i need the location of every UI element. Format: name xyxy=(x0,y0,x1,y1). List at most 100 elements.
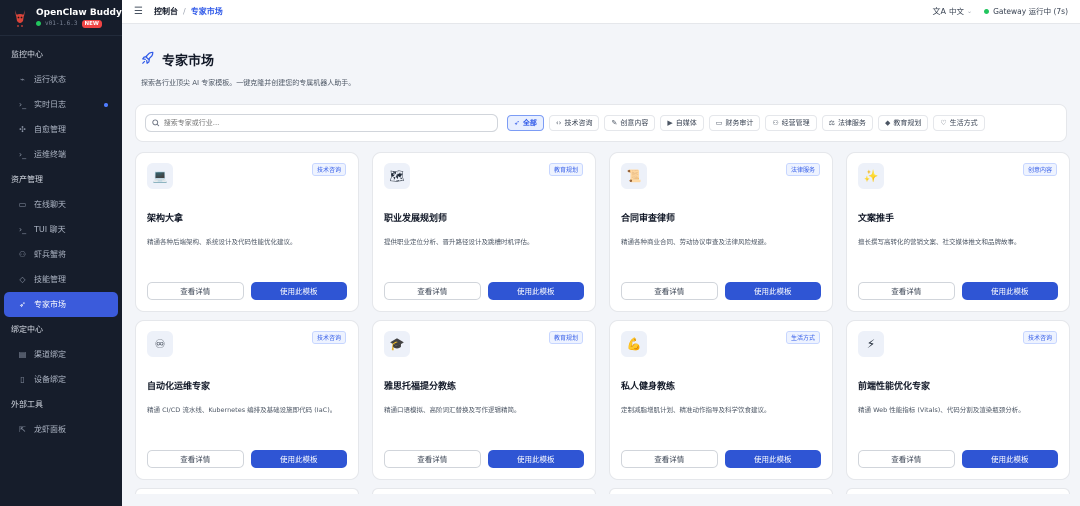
category-chip[interactable]: ▭ 财务审计 xyxy=(708,115,761,131)
filter-bar: ➶全部‹›技术咨询✎创意内容▶自媒体▭财务审计⚇经营管理⚖法律服务◆教育规划♡生… xyxy=(135,104,1067,142)
brand[interactable]: OpenClaw Buddy v01-1.6.3 NEW xyxy=(0,0,122,36)
nav-section-title: 绑定中心 xyxy=(11,325,43,334)
sidebar-item[interactable]: ⚇ 虾兵蟹将 xyxy=(4,242,118,267)
sidebar-item[interactable]: ▯ 设备绑定 xyxy=(4,367,118,392)
menu-toggle-icon[interactable]: ☰ xyxy=(134,6,144,17)
sidebar-item[interactable]: ◇ 技能管理 xyxy=(4,267,118,292)
expert-card: 📜 法律服务 合同审查律师 精通各种商业合同、劳动协议审查及法律风险规避。 查看… xyxy=(609,152,833,312)
expert-title: 前端性能优化专家 xyxy=(858,382,931,392)
card-actions: 查看详情 使用此模板 xyxy=(858,282,1058,300)
heal-icon: ✣ xyxy=(19,125,26,134)
view-details-button[interactable]: 查看详情 xyxy=(384,282,481,300)
use-template-button[interactable]: 使用此模板 xyxy=(961,450,1058,468)
sidebar-item-label: 实时日志 xyxy=(34,100,66,109)
use-template-button[interactable]: 使用此模板 xyxy=(724,450,821,468)
category-chip-label: 技术咨询 xyxy=(564,119,593,127)
app-version: v01-1.6.3 xyxy=(45,20,78,27)
sidebar-item[interactable]: ›_ 实时日志 xyxy=(4,92,118,117)
use-template-button[interactable]: 使用此模板 xyxy=(487,282,584,300)
view-details-button[interactable]: 查看详情 xyxy=(621,450,718,468)
category-tag: 教育规划 xyxy=(548,331,583,344)
search-box[interactable] xyxy=(145,114,498,132)
view-details-button[interactable]: 查看详情 xyxy=(858,282,955,300)
use-template-button[interactable]: 使用此模板 xyxy=(250,282,347,300)
category-chip-label: 自媒体 xyxy=(675,119,697,127)
claw-logo-icon xyxy=(12,8,28,28)
category-tag: 生活方式 xyxy=(785,331,820,344)
view-details-button[interactable]: 查看详情 xyxy=(147,450,244,468)
sidebar-item-label: 设备绑定 xyxy=(34,375,66,384)
category-chip[interactable]: ♡ 生活方式 xyxy=(933,115,985,131)
expert-description: 精通 CI/CD 流水线、Kubernetes 编排及基础设施即代码 (IaC)… xyxy=(147,406,337,414)
sidebar-item-label: 自愈管理 xyxy=(34,125,66,134)
category-chip[interactable]: ▶ 自媒体 xyxy=(660,115,704,131)
money-icon: ▭ xyxy=(715,119,723,127)
expert-avatar-icon: ⚡ xyxy=(858,331,884,357)
sidebar-item-label: 虾兵蟹将 xyxy=(34,250,66,259)
category-chip-label: 全部 xyxy=(522,119,537,127)
use-template-button[interactable]: 使用此模板 xyxy=(961,282,1058,300)
sidebar-item[interactable]: ›_ TUI 聊天 xyxy=(4,217,118,242)
expert-card: 🗺 教育规划 职业发展规划师 提供职业定位分析、晋升路径设计及跳槽时机评估。 查… xyxy=(372,152,596,312)
rocket-icon: ➶ xyxy=(514,119,520,127)
page-description: 探索各行业顶尖 AI 专家模板。一键克隆并创建您的专属机器人助手。 xyxy=(141,79,356,87)
sidebar-item[interactable]: ▭ 在线聊天 xyxy=(4,192,118,217)
page-title: 专家市场 xyxy=(162,54,215,69)
category-chip[interactable]: ➶ 全部 xyxy=(507,115,544,131)
sidebar-item[interactable]: ⇱ 龙虾面板 xyxy=(4,417,118,442)
expert-title: 文案推手 xyxy=(858,214,895,224)
online-status-dot xyxy=(36,21,41,26)
card-actions: 查看详情 使用此模板 xyxy=(147,282,347,300)
rocket-icon: ➶ xyxy=(19,300,26,309)
use-template-button[interactable]: 使用此模板 xyxy=(250,450,347,468)
expert-avatar-icon: 💪 xyxy=(621,331,647,357)
breadcrumb-root[interactable]: 控制台 xyxy=(154,6,178,17)
view-details-button[interactable]: 查看详情 xyxy=(621,282,718,300)
expert-card: 💪 生活方式 私人健身教练 定制减脂增肌计划、精准动作指导及科学饮食建议。 查看… xyxy=(609,320,833,480)
category-chip[interactable]: ⚖ 法律服务 xyxy=(821,115,873,131)
category-chip[interactable]: ‹› 技术咨询 xyxy=(548,115,600,131)
category-tag: 技术咨询 xyxy=(1022,331,1057,344)
translate-icon: 文A xyxy=(932,7,947,16)
expert-title: 自动化运维专家 xyxy=(147,382,211,392)
gateway-status-dot xyxy=(984,9,990,14)
card-actions: 查看详情 使用此模板 xyxy=(384,282,584,300)
search-input[interactable] xyxy=(163,119,491,127)
category-chip[interactable]: ✎ 创意内容 xyxy=(604,115,656,131)
view-details-button[interactable]: 查看详情 xyxy=(858,450,955,468)
use-template-button[interactable]: 使用此模板 xyxy=(724,282,821,300)
nav-section-title: 资产管理 xyxy=(11,175,43,184)
category-chip-label: 生活方式 xyxy=(949,119,978,127)
sidebar-item[interactable]: ›_ 运维终端 xyxy=(4,142,118,167)
gateway-status: Gateway 运行中 (7s) xyxy=(984,6,1068,17)
gateway-status-text: Gateway 运行中 (7s) xyxy=(993,7,1068,16)
category-chip-label: 经营管理 xyxy=(781,119,810,127)
topbar: ☰ 控制台 / 专家市场 文A 中文 ⌄ Gateway 运行中 (7s) xyxy=(122,0,1080,24)
nav-section-title: 外部工具 xyxy=(11,400,43,409)
expert-description: 精通各种后端架构、系统设计及代码性能优化建议。 xyxy=(147,238,297,246)
category-filters: ➶ 全部 ‹› 技术咨询 ✎ 创意内容 ▶ 自媒体 ▭ 财务审计 ⚇ 经营管理 ⚖ 法律服务 ◆ 教育规划 ♡ 生… xyxy=(507,115,985,131)
sidebar-item[interactable]: ▤ 渠道绑定 xyxy=(4,342,118,367)
view-details-button[interactable]: 查看详情 xyxy=(384,450,481,468)
category-chip[interactable]: ◆ 教育规划 xyxy=(877,115,929,131)
expert-card: ⚡ 技术咨询 前端性能优化专家 精通 Web 性能指标 (Vitals)、代码分… xyxy=(846,320,1070,480)
sidebar-item-label: 专家市场 xyxy=(34,300,66,309)
view-details-button[interactable]: 查看详情 xyxy=(147,282,244,300)
expert-title: 合同审查律师 xyxy=(621,214,676,224)
language-label: 中文 xyxy=(949,7,965,16)
expert-card: ✨ 创意内容 文案推手 擅长撰写高转化的营销文案、社交媒体推文和品牌故事。 查看… xyxy=(846,152,1070,312)
expert-title: 私人健身教练 xyxy=(621,382,676,392)
sidebar: OpenClaw Buddy v01-1.6.3 NEW 监控中心 ⌁ 运行状态 ›_… xyxy=(0,0,122,506)
sidebar-item[interactable]: ⌁ 运行状态 xyxy=(4,67,118,92)
expert-grid: 💻 技术咨询 架构大拿 精通各种后端架构、系统设计及代码性能优化建议。 查看详情… xyxy=(135,152,1070,480)
unread-dot xyxy=(104,102,108,107)
use-template-button[interactable]: 使用此模板 xyxy=(487,450,584,468)
category-tag: 创意内容 xyxy=(1022,163,1057,176)
language-switcher[interactable]: 文A 中文 ⌄ xyxy=(933,6,973,17)
category-tag: 技术咨询 xyxy=(311,331,346,344)
video-icon: ▶ xyxy=(667,119,673,127)
breadcrumb-current: 专家市场 xyxy=(190,7,223,16)
sidebar-item[interactable]: ➶ 专家市场 xyxy=(4,292,118,317)
category-chip[interactable]: ⚇ 经营管理 xyxy=(765,115,817,131)
sidebar-item[interactable]: ✣ 自愈管理 xyxy=(4,117,118,142)
